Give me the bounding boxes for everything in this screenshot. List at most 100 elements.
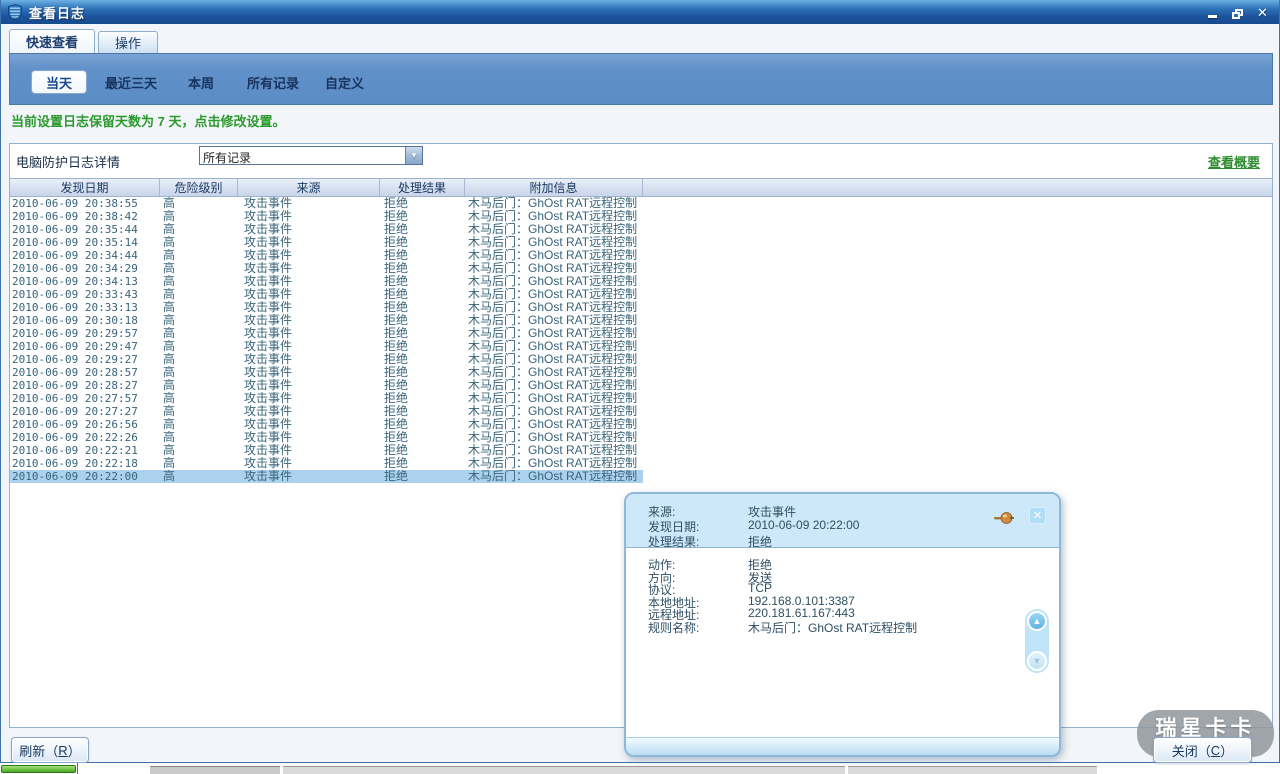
table-cell: 高: [160, 431, 238, 444]
table-cell: 拒绝: [380, 470, 465, 483]
table-row[interactable]: 2010-06-09 20:27:27高攻击事件拒绝木马后门：GhOst RAT…: [10, 405, 643, 418]
titlebar[interactable]: 查看日志 ✕: [1, 0, 1279, 24]
table-cell: 拒绝: [380, 457, 465, 470]
popup-field-row: 动作:拒绝: [648, 556, 917, 569]
table-row[interactable]: 2010-06-09 20:38:55高攻击事件拒绝木马后门：GhOst RAT…: [10, 197, 643, 210]
filter-last-3-days-button[interactable]: 最近三天: [105, 71, 157, 93]
table-cell: 攻击事件: [238, 223, 380, 236]
table-cell: 拒绝: [380, 353, 465, 366]
table-row[interactable]: 2010-06-09 20:26:56高攻击事件拒绝木马后门：GhOst RAT…: [10, 418, 643, 431]
popup-field-label: 处理结果:: [648, 533, 748, 548]
popup-field-label: 协议:: [648, 581, 748, 594]
table-cell: 高: [160, 470, 238, 483]
close-icon: ✕: [1257, 5, 1268, 20]
close-window-button[interactable]: ✕: [1254, 5, 1271, 20]
table-cell: 2010-06-09 20:26:56: [10, 418, 160, 431]
filter-today-button[interactable]: 当天: [32, 71, 86, 93]
table-cell: 2010-06-09 20:29:57: [10, 327, 160, 340]
retention-notice-link[interactable]: 当前设置日志保留天数为 7 天，点击修改设置。: [11, 111, 285, 130]
minimize-button[interactable]: [1204, 5, 1221, 20]
table-cell: 拒绝: [380, 444, 465, 457]
table-row[interactable]: 2010-06-09 20:35:14高攻击事件拒绝木马后门：GhOst RAT…: [10, 236, 643, 249]
table-row[interactable]: 2010-06-09 20:22:21高攻击事件拒绝木马后门：GhOst RAT…: [10, 444, 643, 457]
table-row[interactable]: 2010-06-09 20:27:57高攻击事件拒绝木马后门：GhOst RAT…: [10, 392, 643, 405]
table-cell: 木马后门：GhOst RAT远程控制: [465, 262, 643, 275]
popup-field-value: 拒绝: [748, 533, 772, 548]
table-row[interactable]: 2010-06-09 20:34:13高攻击事件拒绝木马后门：GhOst RAT…: [10, 275, 643, 288]
column-header-filler: [643, 179, 1272, 196]
record-type-dropdown[interactable]: 所有记录 ▼: [199, 146, 423, 165]
table-cell: 拒绝: [380, 197, 465, 210]
restore-button[interactable]: [1229, 5, 1246, 20]
popup-field-value: TCP: [748, 581, 772, 594]
table-row[interactable]: 2010-06-09 20:30:18高攻击事件拒绝木马后门：GhOst RAT…: [10, 314, 643, 327]
table-cell: 攻击事件: [238, 444, 380, 457]
table-cell: 木马后门：GhOst RAT远程控制: [465, 457, 643, 470]
popup-field-row: 发现日期:2010-06-09 20:22:00: [648, 518, 859, 533]
table-cell: 拒绝: [380, 301, 465, 314]
table-cell: 拒绝: [380, 236, 465, 249]
table-row[interactable]: 2010-06-09 20:29:27高攻击事件拒绝木马后门：GhOst RAT…: [10, 353, 643, 366]
window-title: 查看日志: [29, 3, 85, 22]
table-row[interactable]: 2010-06-09 20:34:44高攻击事件拒绝木马后门：GhOst RAT…: [10, 249, 643, 262]
close-hotkey: C: [1211, 743, 1220, 758]
table-cell: 攻击事件: [238, 418, 380, 431]
table-cell: 拒绝: [380, 418, 465, 431]
tab-quick-view[interactable]: 快速查看: [9, 29, 95, 53]
column-header-source[interactable]: 来源: [238, 179, 380, 196]
table-row[interactable]: 2010-06-09 20:22:18高攻击事件拒绝木马后门：GhOst RAT…: [10, 457, 643, 470]
dropdown-arrow-button[interactable]: ▼: [405, 147, 422, 164]
table-cell: 2010-06-09 20:29:47: [10, 340, 160, 353]
table-row[interactable]: 2010-06-09 20:38:42高攻击事件拒绝木马后门：GhOst RAT…: [10, 210, 643, 223]
table-cell: 木马后门：GhOst RAT远程控制: [465, 288, 643, 301]
table-row[interactable]: 2010-06-09 20:29:47高攻击事件拒绝木马后门：GhOst RAT…: [10, 340, 643, 353]
filter-all-records-button[interactable]: 所有记录: [247, 71, 299, 93]
window-edge-line: [77, 763, 78, 774]
popup-header-fields: 来源:攻击事件发现日期:2010-06-09 20:22:00处理结果:拒绝: [648, 503, 859, 548]
next-record-button[interactable]: ▼: [1027, 651, 1047, 671]
popup-field-label: 本地地址:: [648, 594, 748, 607]
table-row[interactable]: 2010-06-09 20:34:29高攻击事件拒绝木马后门：GhOst RAT…: [10, 262, 643, 275]
table-cell: 木马后门：GhOst RAT远程控制: [465, 210, 643, 223]
table-cell: 木马后门：GhOst RAT远程控制: [465, 366, 643, 379]
filter-this-week-button[interactable]: 本周: [188, 71, 214, 93]
table-row[interactable]: 2010-06-09 20:33:13高攻击事件拒绝木马后门：GhOst RAT…: [10, 301, 643, 314]
column-header-date[interactable]: 发现日期: [10, 179, 160, 196]
table-row[interactable]: 2010-06-09 20:28:27高攻击事件拒绝木马后门：GhOst RAT…: [10, 379, 643, 392]
refresh-button[interactable]: 刷新（R）: [11, 737, 89, 763]
popup-close-button[interactable]: ✕: [1029, 507, 1046, 524]
filter-custom-button[interactable]: 自定义: [325, 71, 364, 93]
table-cell: 拒绝: [380, 431, 465, 444]
table-row[interactable]: 2010-06-09 20:22:26高攻击事件拒绝木马后门：GhOst RAT…: [10, 431, 643, 444]
table-cell: 高: [160, 210, 238, 223]
previous-record-button[interactable]: ▲: [1027, 611, 1047, 631]
table-row[interactable]: 2010-06-09 20:35:44高攻击事件拒绝木马后门：GhOst RAT…: [10, 223, 643, 236]
table-cell: 攻击事件: [238, 197, 380, 210]
tab-operations[interactable]: 操作: [98, 31, 158, 53]
window-fragment-1: [150, 766, 280, 774]
column-header-result[interactable]: 处理结果: [380, 179, 465, 196]
popup-field-row: 本地地址:192.168.0.101:3387: [648, 594, 917, 607]
table-cell: 高: [160, 197, 238, 210]
table-row[interactable]: 2010-06-09 20:33:43高攻击事件拒绝木马后门：GhOst RAT…: [10, 288, 643, 301]
column-header-risk-level[interactable]: 危险级别: [160, 179, 238, 196]
tab-strip: 快速查看 操作: [9, 29, 158, 53]
table-cell: 高: [160, 262, 238, 275]
table-cell: 拒绝: [380, 366, 465, 379]
popup-field-value: 拒绝: [748, 556, 772, 569]
popup-field-label: 发现日期:: [648, 518, 748, 533]
table-row[interactable]: 2010-06-09 20:22:00高攻击事件拒绝木马后门：GhOst RAT…: [10, 470, 643, 483]
table-cell: 拒绝: [380, 392, 465, 405]
table-cell: 高: [160, 379, 238, 392]
close-dialog-button[interactable]: 关闭（C）: [1153, 737, 1252, 763]
popup-field-value: 220.181.61.167:443: [748, 606, 855, 619]
table-row[interactable]: 2010-06-09 20:28:57高攻击事件拒绝木马后门：GhOst RAT…: [10, 366, 643, 379]
restore-icon: [1232, 9, 1243, 19]
table-cell: 攻击事件: [238, 262, 380, 275]
popup-field-row: 处理结果:拒绝: [648, 533, 859, 548]
table-row[interactable]: 2010-06-09 20:29:57高攻击事件拒绝木马后门：GhOst RAT…: [10, 327, 643, 340]
window-fragment-3: [848, 766, 1097, 774]
column-header-extra-info[interactable]: 附加信息: [465, 179, 643, 196]
pin-icon[interactable]: [993, 511, 1015, 525]
view-summary-link[interactable]: 查看概要: [1208, 152, 1260, 171]
